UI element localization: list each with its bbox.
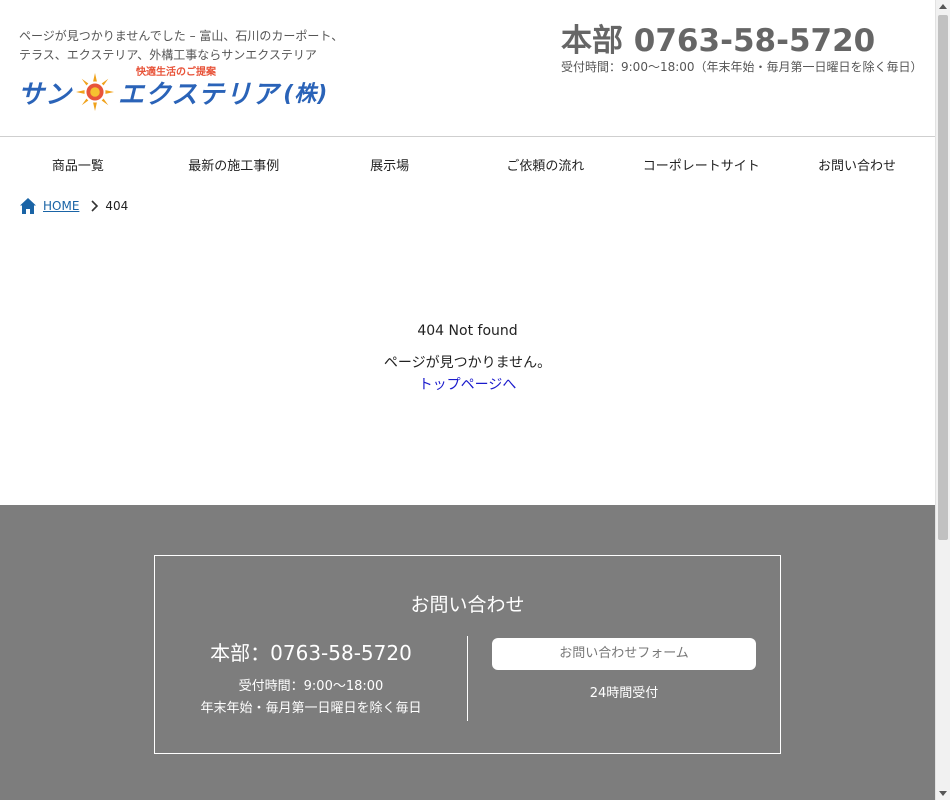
header-phone-hours: 受付時間：9:00〜18:00（年末年始・毎月第一日曜日を除く毎日）	[561, 60, 923, 74]
site-tagline: ページが見つかりませんでした – 富山、石川のカーポート、テラス、エクステリア、…	[19, 29, 344, 62]
contact-title: お問い合わせ	[410, 594, 525, 616]
site-footer: お問い合わせ 本部：0763-58-5720 受付時間：9:00〜18:00 年…	[0, 505, 935, 800]
contact-form-note: 24時間受付	[589, 686, 659, 701]
chevron-right-icon	[91, 200, 99, 212]
site-logo[interactable]: 快適生活のご提案 サン エクステリア (株)	[18, 62, 354, 114]
page: ページが見つかりませんでした – 富山、石川のカーポート、テラス、エクステリア、…	[0, 0, 935, 800]
contact-hours-line2: 年末年始・毎月第一日曜日を除く毎日	[200, 701, 422, 716]
nav-item-corporate-site[interactable]: コーポレートサイト	[623, 150, 779, 184]
nav-item-products[interactable]: 商品一覧	[0, 150, 156, 184]
global-nav: 商品一覧 最新の施工事例 展示場 ご依頼の流れ コーポレートサイト お問い合わせ	[0, 150, 935, 184]
logo-wordmark: サン エクステリア (株)	[18, 72, 328, 112]
vertical-scrollbar[interactable]	[935, 0, 950, 800]
top-page-link[interactable]: トップページへ	[419, 374, 517, 396]
contact-hours-line1: 受付時間：9:00〜18:00	[238, 679, 384, 694]
contact-form-button[interactable]: お問い合わせフォーム	[492, 638, 756, 670]
nav-item-latest-works[interactable]: 最新の施工事例	[156, 150, 312, 184]
scroll-down-arrow-icon[interactable]	[939, 791, 947, 796]
header-phone-number[interactable]: 本部 0763-58-5720	[561, 22, 923, 60]
scrollbar-thumb[interactable]	[938, 15, 948, 540]
home-icon[interactable]	[19, 197, 37, 215]
sun-icon	[76, 73, 115, 111]
footer-links-strip	[19, 792, 919, 800]
scroll-up-arrow-icon[interactable]	[939, 4, 947, 9]
nav-item-request-flow[interactable]: ご依頼の流れ	[467, 150, 623, 184]
nav-item-showroom[interactable]: 展示場	[312, 150, 468, 184]
not-found-message: ページが見つかりません。	[383, 355, 552, 371]
contact-box: お問い合わせ 本部：0763-58-5720 受付時間：9:00〜18:00 年…	[154, 555, 781, 754]
logo-kabu: (株)	[283, 82, 329, 107]
nav-item-contact[interactable]: お問い合わせ	[779, 150, 935, 184]
logo-text-part2: エクステリア	[118, 79, 280, 110]
contact-phone-block: 本部：0763-58-5720 受付時間：9:00〜18:00 年末年始・毎月第…	[155, 636, 467, 720]
main-content: 404 Not found ページが見つかりません。 トップページへ	[0, 300, 935, 396]
contact-form-block: お問い合わせフォーム 24時間受付	[492, 638, 756, 701]
breadcrumb-home-link[interactable]: HOME	[43, 199, 79, 213]
contact-divider	[467, 636, 468, 721]
page-title: 404 Not found	[417, 323, 518, 339]
contact-hours: 受付時間：9:00〜18:00 年末年始・毎月第一日曜日を除く毎日	[155, 676, 467, 720]
site-header: ページが見つかりませんでした – 富山、石川のカーポート、テラス、エクステリア、…	[0, 0, 935, 137]
contact-phone-number[interactable]: 本部：0763-58-5720	[155, 636, 467, 670]
breadcrumb: HOME 404	[19, 196, 128, 216]
header-phone-block: 本部 0763-58-5720 受付時間：9:00〜18:00（年末年始・毎月第…	[561, 22, 923, 74]
logo-text-part1: サン	[18, 79, 73, 110]
breadcrumb-current: 404	[105, 199, 129, 213]
